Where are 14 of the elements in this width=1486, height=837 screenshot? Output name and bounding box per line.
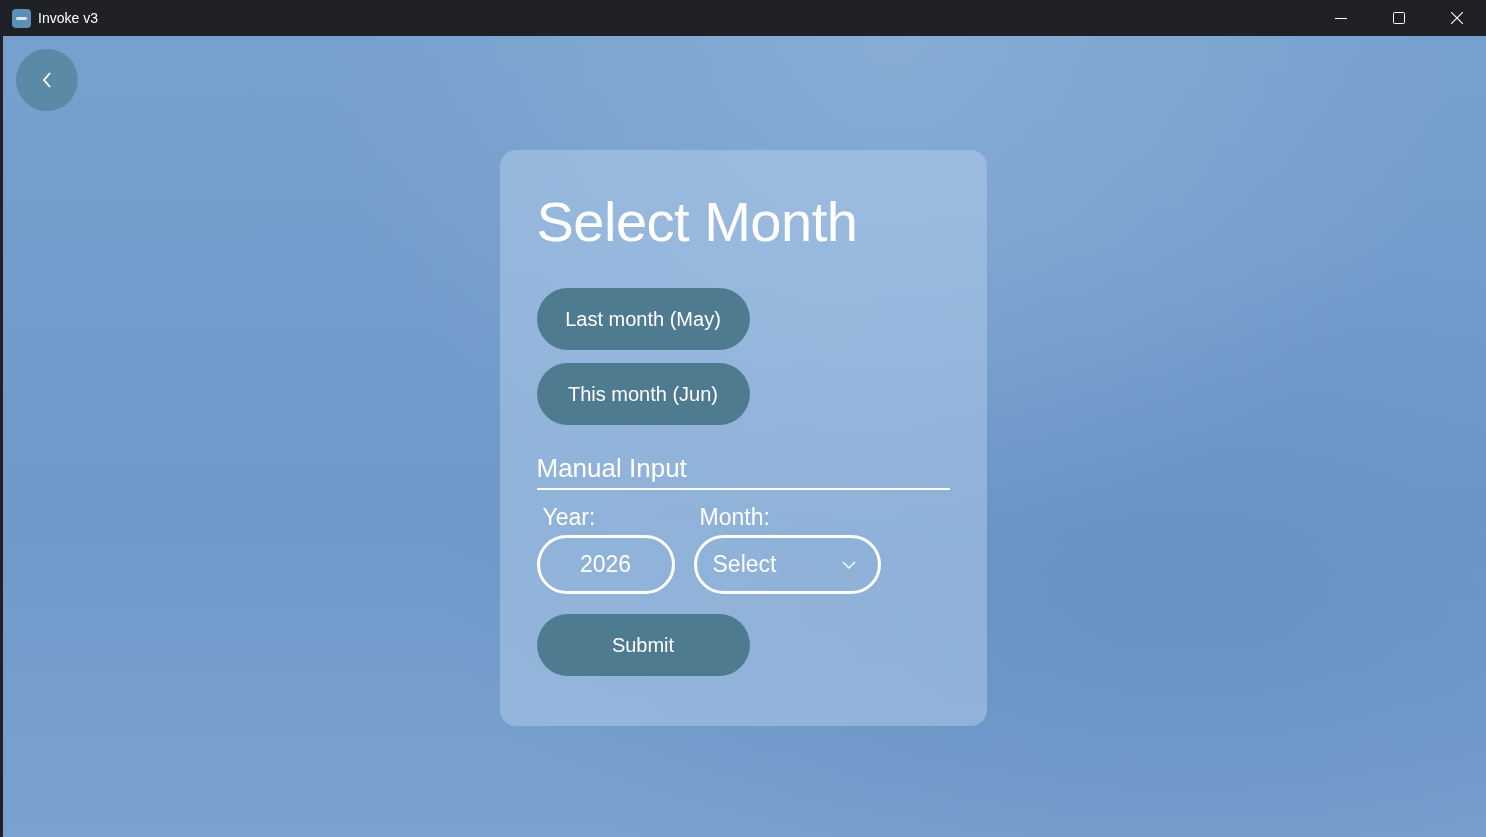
window-title: Invoke v3 — [38, 8, 98, 28]
minimize-icon — [1335, 17, 1347, 19]
close-icon — [1451, 12, 1463, 24]
chevron-down-icon — [841, 560, 856, 569]
card-title: Select Month — [536, 190, 858, 254]
field-label: Month: — [699, 504, 770, 530]
month-shortcut-button[interactable]: Last month (May) — [536, 288, 750, 350]
maximize-icon — [1393, 12, 1405, 24]
submit-button[interactable]: Submit — [536, 614, 750, 676]
section-title: Manual Input — [536, 453, 687, 483]
field-label: Year: — [542, 504, 596, 530]
app-icon — [12, 8, 31, 28]
month-shortcut-button[interactable]: This month (Jun) — [536, 363, 750, 425]
back-icon — [42, 72, 52, 88]
